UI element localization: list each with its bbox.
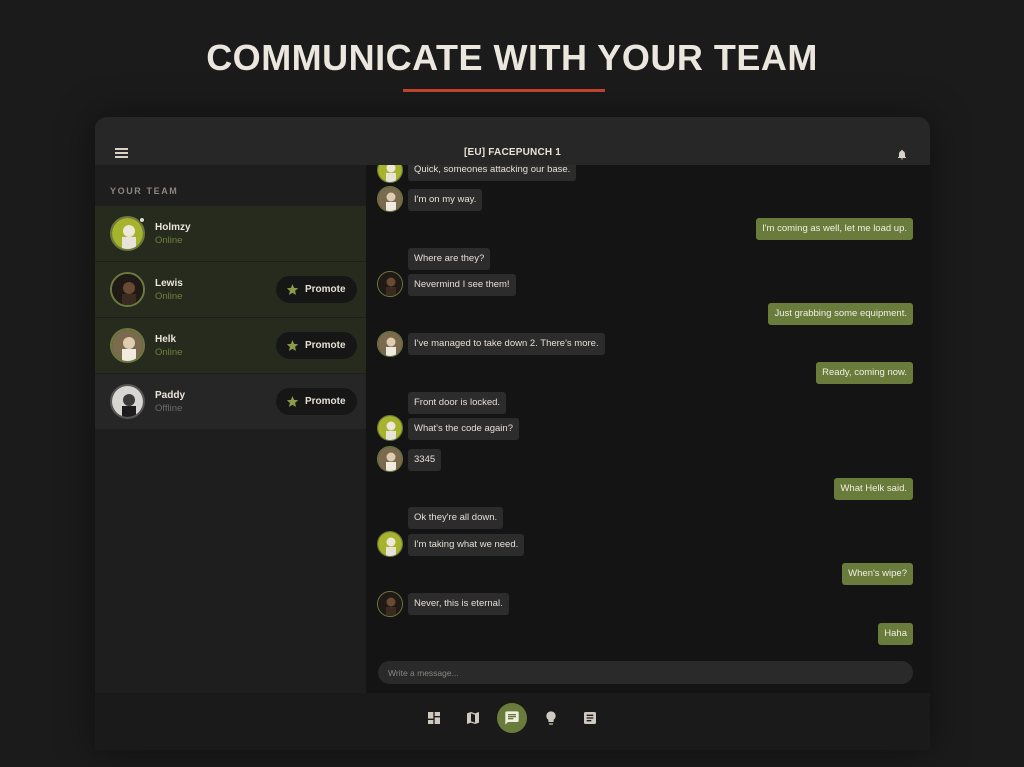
- member-name: Paddy: [155, 390, 186, 401]
- member-status: Online: [155, 291, 183, 302]
- team-member-helk[interactable]: Helk Online Promote: [95, 318, 366, 373]
- team-heading: YOUR TEAM: [110, 186, 179, 196]
- dashboard-icon[interactable]: [420, 704, 448, 732]
- member-name: Lewis: [155, 278, 183, 289]
- message-bubble: I'm on my way.: [408, 189, 483, 211]
- message-bubble: Haha: [878, 623, 913, 645]
- promote-button[interactable]: Promote: [276, 276, 357, 303]
- message-bubble: I've managed to take down 2. There's mor…: [408, 333, 605, 355]
- online-indicator: [139, 217, 145, 223]
- avatar: [377, 271, 403, 297]
- bell-icon[interactable]: [896, 148, 908, 161]
- message-input[interactable]: [378, 661, 913, 684]
- star-icon: [286, 340, 299, 351]
- server-title: [EU] FACEPUNCH 1: [463, 147, 562, 158]
- message-bubble: Nevermind I see them!: [408, 274, 516, 296]
- promote-button[interactable]: Promote: [276, 332, 357, 359]
- member-name: Helk: [155, 334, 177, 345]
- lightbulb-icon[interactable]: [537, 704, 565, 732]
- team-sidebar: YOUR TEAM Holmzy Online Lewis Online Pro…: [95, 165, 366, 693]
- title-underline: [403, 89, 605, 92]
- promote-button[interactable]: Promote: [276, 388, 357, 415]
- avatar: [377, 446, 403, 472]
- message-bubble: I'm taking what we need.: [408, 534, 525, 556]
- member-status: Online: [155, 235, 183, 246]
- chat-panel: Quick, someones attacking our base. I'm …: [366, 165, 930, 693]
- bottom-nav: [95, 693, 930, 750]
- message-bubble: 3345: [408, 449, 442, 471]
- avatar: [377, 331, 403, 357]
- message-bubble: Never, this is eternal.: [408, 593, 509, 615]
- message-bubble: When's wipe?: [842, 563, 913, 585]
- member-name: Holmzy: [155, 222, 191, 233]
- avatar: [377, 186, 403, 212]
- member-status: Offline: [155, 403, 183, 414]
- avatar: [377, 165, 403, 183]
- member-status: Online: [155, 347, 183, 358]
- message-bubble: Just grabbing some equipment.: [768, 303, 913, 325]
- team-member-lewis[interactable]: Lewis Online Promote: [95, 262, 366, 317]
- message-bubble: Ready, coming now.: [816, 362, 913, 384]
- avatar: [377, 531, 403, 557]
- map-icon[interactable]: [459, 704, 487, 732]
- promote-label: Promote: [305, 284, 346, 295]
- promote-label: Promote: [305, 340, 346, 351]
- avatar: [110, 272, 145, 307]
- message-bubble: Quick, someones attacking our base.: [408, 165, 577, 181]
- avatar: [377, 591, 403, 617]
- avatar: [110, 384, 145, 419]
- team-member-holmzy[interactable]: Holmzy Online: [95, 206, 366, 261]
- message-bubble: Front door is locked.: [408, 392, 507, 414]
- message-bubble: What's the code again?: [408, 418, 519, 440]
- avatar: [110, 328, 145, 363]
- app-window: [EU] FACEPUNCH 1 YOUR TEAM Holmzy Online…: [95, 117, 930, 750]
- notes-icon[interactable]: [576, 704, 604, 732]
- message-bubble: What Helk said.: [834, 478, 913, 500]
- star-icon: [286, 284, 299, 295]
- page-title: COMMUNICATE WITH YOUR TEAM: [206, 37, 818, 78]
- message-bubble: Ok they're all down.: [408, 507, 504, 529]
- team-member-paddy[interactable]: Paddy Offline Promote: [95, 374, 366, 429]
- avatar: [377, 415, 403, 441]
- chat-icon[interactable]: [497, 703, 527, 733]
- message-bubble: Where are they?: [408, 248, 491, 270]
- message-bubble: I'm coming as well, let me load up.: [756, 218, 913, 240]
- promote-label: Promote: [305, 396, 346, 407]
- star-icon: [286, 396, 299, 407]
- top-bar: [EU] FACEPUNCH 1: [95, 117, 930, 165]
